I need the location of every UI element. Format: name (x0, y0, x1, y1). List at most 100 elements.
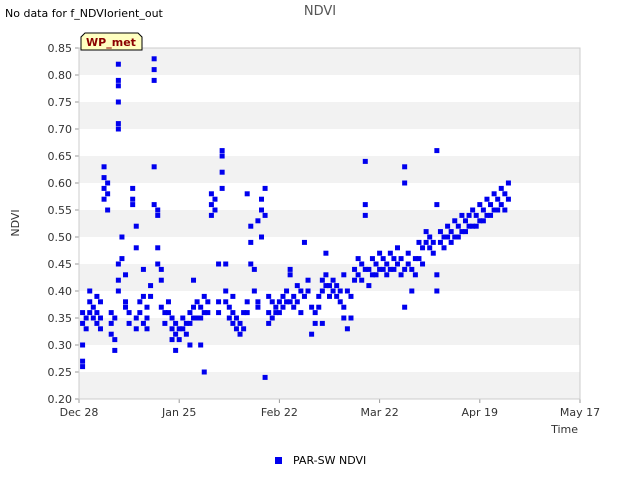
data-point (126, 310, 132, 316)
data-point (169, 315, 175, 321)
data-point (108, 320, 114, 326)
data-point (151, 202, 157, 208)
data-point (287, 299, 293, 305)
data-point (488, 202, 494, 208)
data-point (187, 320, 193, 326)
grid-band (79, 372, 580, 399)
data-point (80, 364, 86, 370)
y-tick-label: 0.30 (48, 339, 73, 352)
data-point (498, 202, 504, 208)
data-point (230, 310, 236, 316)
data-point (201, 369, 207, 375)
x-tick-label: Dec 28 (60, 406, 99, 419)
data-point (248, 223, 254, 229)
data-point (480, 207, 486, 213)
data-point (337, 299, 343, 305)
data-point (144, 326, 150, 332)
data-point (323, 272, 329, 278)
data-point (434, 148, 440, 154)
y-tick-label: 0.35 (48, 312, 73, 325)
data-point (140, 320, 146, 326)
ndvi-chart: NDVI 0.20 0.25 0.30 0.35 0.40 0.45 0.50 0.55 0.6… (9, 4, 600, 467)
data-point (462, 218, 468, 224)
data-point (115, 288, 121, 294)
data-point (198, 342, 204, 348)
data-point (409, 266, 415, 272)
data-point (87, 310, 93, 316)
data-point (502, 191, 508, 197)
data-point (255, 304, 261, 310)
data-point (80, 358, 86, 364)
data-point (294, 283, 300, 289)
data-point (480, 218, 486, 224)
y-tick-label: 0.60 (48, 177, 73, 190)
grid-band (79, 210, 580, 237)
data-point (488, 212, 494, 218)
data-point (352, 277, 358, 283)
data-point (380, 266, 386, 272)
data-point (391, 256, 397, 262)
data-point (330, 277, 336, 283)
data-point (251, 288, 257, 294)
data-point (97, 299, 103, 305)
data-point (291, 293, 297, 299)
data-point (140, 293, 146, 299)
data-point (466, 212, 472, 218)
data-point (115, 77, 121, 83)
data-point (405, 261, 411, 267)
data-point (158, 304, 164, 310)
legend: PAR-SW NDVI (275, 454, 366, 467)
data-point (505, 196, 511, 202)
data-point (112, 337, 118, 343)
data-point (130, 196, 136, 202)
data-point (183, 331, 189, 337)
data-point (327, 283, 332, 289)
data-point (266, 310, 272, 316)
data-point (94, 310, 100, 316)
data-point (219, 185, 225, 191)
data-point (462, 229, 468, 235)
data-point (316, 304, 322, 310)
data-point (366, 266, 372, 272)
data-point (366, 283, 372, 289)
data-point (97, 326, 103, 332)
data-point (291, 304, 297, 310)
data-point (155, 207, 161, 213)
data-point (398, 256, 404, 262)
data-point (348, 315, 354, 321)
data-point (391, 266, 397, 272)
data-point (233, 315, 239, 321)
data-point (115, 126, 121, 132)
data-point (455, 234, 461, 240)
y-tick-label: 0.80 (48, 69, 73, 82)
data-point (80, 320, 86, 326)
data-point (140, 266, 146, 272)
data-point (112, 347, 118, 353)
data-point (226, 304, 232, 310)
data-point (101, 175, 107, 181)
data-point (216, 310, 222, 316)
y-axis-ticks: 0.20 0.25 0.30 0.35 0.40 0.45 0.50 0.55 0.60 0.65… (48, 42, 79, 406)
data-point (266, 293, 272, 299)
data-point (380, 256, 386, 262)
data-point (498, 185, 504, 191)
data-point (155, 212, 161, 218)
data-point (223, 288, 229, 294)
data-point (208, 212, 214, 218)
data-point (259, 196, 265, 202)
data-point (491, 191, 497, 197)
data-point (473, 212, 479, 218)
data-point (130, 202, 136, 208)
data-point (301, 293, 307, 299)
data-point (133, 326, 139, 332)
y-tick-label: 0.65 (48, 150, 73, 163)
data-point (477, 202, 483, 208)
data-point (273, 304, 279, 310)
data-point (355, 256, 361, 262)
data-point (373, 272, 379, 278)
data-point (301, 239, 307, 245)
data-point (230, 293, 236, 299)
data-point (151, 67, 157, 73)
data-point (402, 164, 408, 170)
data-point (219, 153, 225, 159)
